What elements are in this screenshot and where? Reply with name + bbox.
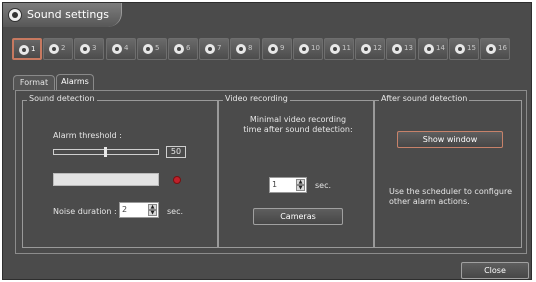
decrement-arrow-icon[interactable]: ▼ (148, 210, 157, 216)
camera-icon (205, 44, 215, 54)
alarm-threshold-label: Alarm threshold : (53, 131, 122, 140)
camera-number: 13 (404, 44, 413, 52)
camera-button-11[interactable]: 11 (324, 38, 354, 60)
alarm-threshold-slider[interactable] (53, 147, 159, 157)
camera-icon (174, 44, 184, 54)
camera-number: 15 (467, 44, 476, 52)
camera-number: 10 (311, 44, 320, 52)
noise-duration-unit: sec. (167, 207, 184, 216)
camera-icon (268, 44, 278, 54)
threshold-value: 50 (166, 146, 186, 158)
camera-button-13[interactable]: 13 (386, 38, 416, 60)
camera-button-12[interactable]: 12 (355, 38, 385, 60)
noise-duration-stepper[interactable]: 2 ▲ ▼ (119, 202, 159, 218)
camera-icon (424, 44, 434, 54)
camera-number: 1 (31, 45, 36, 53)
camera-icon (236, 44, 246, 54)
recording-indicator-icon (173, 176, 181, 184)
video-recording-stepper[interactable]: 1 ▲ ▼ (269, 177, 307, 193)
camera-icon (299, 44, 309, 54)
camera-number: 16 (498, 44, 507, 52)
show-window-button[interactable]: Show window (397, 131, 503, 148)
camera-button-2[interactable]: 2 (43, 38, 73, 60)
camera-icon (486, 44, 496, 54)
camera-number: 6 (186, 44, 191, 52)
cameras-button[interactable]: Cameras (253, 208, 343, 225)
sound-detection-legend: Sound detection (27, 94, 97, 103)
camera-button-10[interactable]: 10 (293, 38, 323, 60)
title-bar: Sound settings (3, 3, 122, 27)
camera-icon (361, 44, 371, 54)
camera-number: 5 (155, 44, 160, 52)
camera-icon (112, 44, 122, 54)
video-recording-group: Video recording Minimal video recording … (218, 94, 374, 248)
camera-number: 7 (217, 44, 222, 52)
camera-number: 12 (373, 44, 382, 52)
slider-handle[interactable] (104, 147, 107, 157)
sound-level-meter (53, 173, 159, 186)
camera-button-3[interactable]: 3 (74, 38, 104, 60)
camera-icon (330, 44, 340, 54)
noise-duration-label: Noise duration : (53, 207, 117, 216)
camera-icon (455, 44, 465, 54)
sound-settings-window: Sound settings 1 2 3 4 5 6 7 8 9 10 11 12 13 14 15 16 F… (2, 2, 532, 280)
camera-button-9[interactable]: 9 (262, 38, 292, 60)
camera-number: 3 (92, 44, 97, 52)
close-button[interactable]: Close (461, 262, 529, 279)
video-recording-value: 1 (272, 180, 278, 189)
noise-duration-value: 2 (122, 205, 128, 214)
video-recording-legend: Video recording (223, 94, 290, 103)
after-sound-detection-group: After sound detection Show window Use th… (374, 94, 522, 248)
camera-button-7[interactable]: 7 (199, 38, 229, 60)
camera-number: 2 (61, 44, 66, 52)
window-title: Sound settings (27, 8, 110, 21)
camera-button-16[interactable]: 16 (480, 38, 510, 60)
scheduler-note: Use the scheduler to configure other ala… (389, 187, 513, 206)
camera-icon (80, 44, 90, 54)
camera-button-4[interactable]: 4 (106, 38, 136, 60)
camera-button-1[interactable]: 1 (12, 38, 42, 60)
sound-detection-group: Sound detection Alarm threshold : 50 Noi… (22, 94, 218, 248)
camera-icon (392, 44, 402, 54)
alarms-panel: Sound detection Alarm threshold : 50 Noi… (15, 90, 527, 254)
video-recording-description: Minimal video recording time after sound… (243, 115, 353, 134)
camera-number: 11 (342, 44, 351, 52)
decrement-arrow-icon[interactable]: ▼ (296, 185, 305, 191)
camera-button-15[interactable]: 15 (449, 38, 479, 60)
camera-number: 9 (280, 44, 285, 52)
camera-button-6[interactable]: 6 (168, 38, 198, 60)
tab-alarms[interactable]: Alarms (56, 74, 94, 91)
camera-number: 14 (436, 44, 445, 52)
after-sound-detection-legend: After sound detection (379, 94, 470, 103)
camera-number: 4 (124, 44, 129, 52)
tab-format[interactable]: Format (13, 75, 55, 90)
camera-button-14[interactable]: 14 (418, 38, 448, 60)
camera-icon (143, 44, 153, 54)
camera-number: 8 (248, 44, 253, 52)
video-recording-unit: sec. (315, 181, 332, 190)
camera-icon (19, 45, 29, 55)
camera-icon (8, 8, 22, 22)
camera-button-5[interactable]: 5 (137, 38, 167, 60)
camera-icon (49, 44, 59, 54)
camera-button-8[interactable]: 8 (230, 38, 260, 60)
